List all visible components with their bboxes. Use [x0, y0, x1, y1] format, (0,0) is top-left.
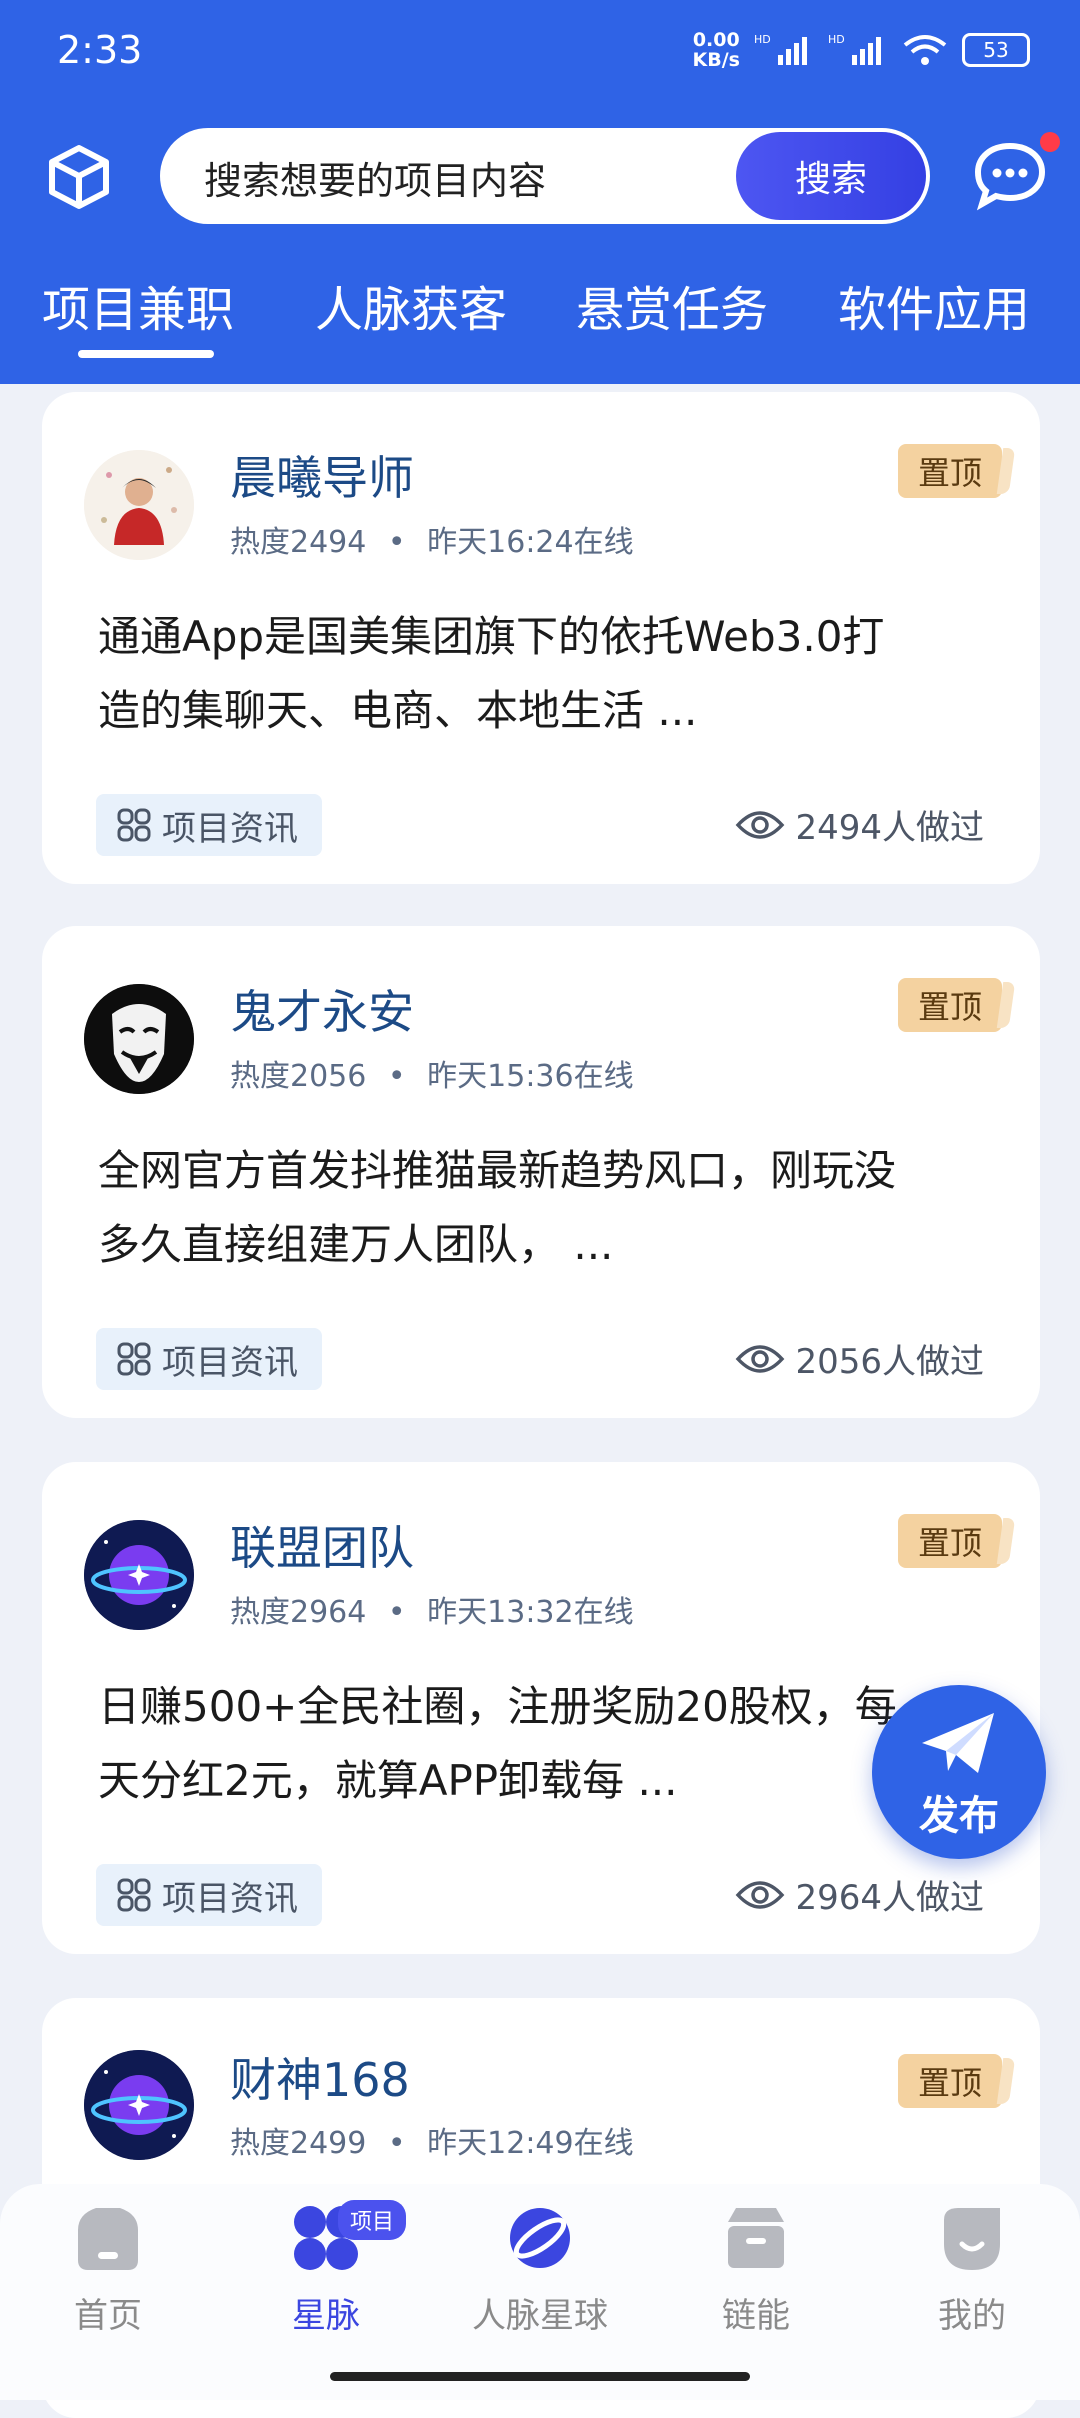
grid-icon [117, 808, 151, 842]
app-header: 2:33 0.00 KB/s HD HD 53 搜索想要的项目内容 搜索 项目兼… [0, 0, 1080, 384]
svg-text:HD: HD [754, 33, 771, 46]
tab-contacts[interactable]: 人脉获客 [315, 270, 507, 340]
nav-badge: 项目 [338, 2200, 406, 2240]
author-meta: 热度2964 • 昨天13:32在线 [230, 1595, 634, 1630]
home-icon [78, 2208, 138, 2270]
top-bar: 搜索想要的项目内容 搜索 [0, 128, 1080, 228]
home-indicator[interactable] [330, 2372, 750, 2381]
view-count: 2494人做过 [735, 800, 984, 849]
nav-xingmai[interactable]: 星脉 项目 [246, 2200, 406, 2337]
view-count: 2964人做过 [735, 1870, 984, 1919]
publish-label: 发布 [919, 1793, 999, 1839]
store-icon [728, 2208, 784, 2268]
card-description: 通通App是国美集团旗下的依托Web3.0打 造的集聊天、电商、本地生活 ... [98, 612, 885, 735]
pinned-badge: 置顶 [898, 2054, 1002, 2108]
nav-profile[interactable]: 我的 [892, 2200, 1052, 2337]
author-meta: 热度2056 • 昨天15:36在线 [230, 1059, 634, 1094]
grid-icon [117, 1878, 151, 1912]
publish-button[interactable]: 发布 [872, 1685, 1046, 1859]
author-meta: 热度2494 • 昨天16:24在线 [230, 525, 634, 560]
nav-chain-energy[interactable]: 链能 [676, 2200, 836, 2337]
category-tag[interactable]: 项目资讯 [96, 1328, 322, 1390]
pinned-badge: 置顶 [898, 1514, 1002, 1568]
category-tag[interactable]: 项目资讯 [96, 794, 322, 856]
paper-plane-icon [922, 1713, 994, 1773]
signal-icon: HD [754, 33, 807, 65]
author-name[interactable]: 财神168 [230, 2044, 410, 2110]
net-speed: 0.00 KB/s [692, 29, 740, 71]
grid-icon [117, 1342, 151, 1376]
card-description: 日赚500+全民社圈，注册奖励20股权，每 天分红2元，就算APP卸载每 ... [98, 1682, 897, 1805]
category-tabs: 项目兼职 人脉获客 悬赏任务 软件应用 [0, 270, 1080, 360]
card-description: 全网官方首发抖推猫最新趋势风口，刚玩没 多久直接组建万人团队， ... [98, 1146, 897, 1269]
cube-logo-icon[interactable] [44, 142, 114, 212]
author-name[interactable]: 晨曦导师 [230, 442, 414, 508]
signal-icon-2: HD [828, 33, 881, 65]
view-count: 2056人做过 [735, 1334, 984, 1383]
eye-icon [736, 1344, 785, 1373]
tab-project-parttime[interactable]: 项目兼职 [42, 270, 234, 340]
status-time: 2:33 [57, 28, 143, 72]
search-input[interactable]: 搜索想要的项目内容 搜索 [160, 128, 930, 224]
nav-home[interactable]: 首页 [28, 2200, 188, 2337]
pinned-badge: 置顶 [898, 978, 1002, 1032]
author-name[interactable]: 鬼才永安 [230, 976, 414, 1042]
author-meta: 热度2499 • 昨天12:49在线 [230, 2126, 634, 2161]
avatar [84, 450, 194, 560]
profile-icon [944, 2208, 1000, 2270]
eye-icon [736, 810, 785, 839]
svg-text:HD: HD [828, 33, 845, 46]
search-button[interactable]: 搜索 [736, 132, 926, 220]
bottom-navigation: 首页 星脉 项目 人脉星球 链能 我的 [0, 2184, 1080, 2400]
active-tab-indicator [78, 350, 214, 358]
project-card[interactable]: 鬼才永安 热度2056 • 昨天15:36在线 置顶 全网官方首发抖推猫最新趋势… [42, 926, 1040, 1418]
project-card[interactable]: 联盟团队 热度2964 • 昨天13:32在线 置顶 日赚500+全民社圈，注册… [42, 1462, 1040, 1954]
tab-bounty-tasks[interactable]: 悬赏任务 [576, 270, 768, 340]
category-tag[interactable]: 项目资讯 [96, 1864, 322, 1926]
notification-dot [1040, 132, 1060, 152]
message-icon[interactable] [970, 136, 1050, 216]
search-placeholder: 搜索想要的项目内容 [204, 159, 547, 203]
project-card[interactable]: 晨曦导师 热度2494 • 昨天16:24在线 置顶 通通App是国美集团旗下的… [42, 392, 1040, 884]
status-icons: 0.00 KB/s HD HD 53 [693, 30, 1030, 70]
planet-icon [510, 2208, 570, 2268]
status-bar: 2:33 0.00 KB/s HD HD 53 [0, 0, 1080, 110]
tab-software-apps[interactable]: 软件应用 [838, 270, 1030, 340]
avatar [84, 984, 194, 1094]
avatar [84, 2050, 194, 2160]
nav-contact-planet[interactable]: 人脉星球 [460, 2200, 620, 2337]
wifi-icon [903, 35, 947, 65]
author-name[interactable]: 联盟团队 [230, 1512, 414, 1578]
pinned-badge: 置顶 [898, 444, 1002, 498]
avatar [84, 1520, 194, 1630]
battery-icon: 53 [962, 33, 1030, 67]
eye-icon [736, 1880, 785, 1909]
